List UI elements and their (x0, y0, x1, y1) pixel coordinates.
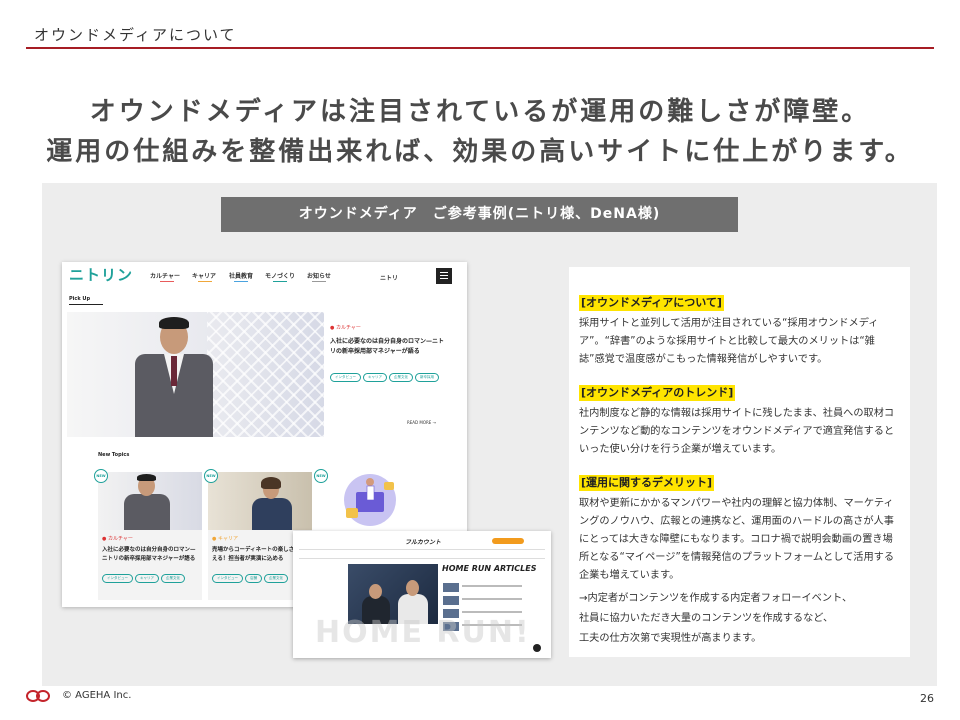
page-number: 26 (920, 692, 934, 705)
section-heading: [運用に関するデメリット] (579, 475, 715, 491)
person-body (124, 494, 170, 530)
homerun-header-button (492, 538, 524, 544)
person-head (369, 584, 382, 599)
section-body: 採用サイトと並列して活用が注目されている“採用オウンドメディア”。“辞書”のよう… (579, 318, 879, 365)
card-title: 入社に必要なのは自分自身のロマン—ニトリの新卒採用部マネジャーが語る (102, 547, 196, 562)
header-title: オウンドメディアについて (34, 26, 237, 44)
tag: インタビュー (330, 373, 361, 382)
person-tie (171, 356, 177, 386)
closing-line: 工夫の仕方次第で実現性が高まります。 (579, 633, 762, 644)
ageha-logo-icon (26, 690, 50, 702)
tag: 新卒採用 (415, 373, 439, 382)
new-badge: NEW (204, 469, 218, 483)
scroll-top-icon (533, 644, 541, 652)
nav-underline-news (312, 281, 326, 282)
person-head (406, 580, 419, 596)
closing-line: 社員に協力いただき大量のコンテンツを作成するなど、 (579, 613, 834, 624)
homerun-thumb (443, 583, 459, 592)
tag: キャリア (135, 574, 159, 583)
nav-item-monozukuri: モノづくり (265, 273, 296, 280)
section-heading: [オウンドメディアのトレンド] (579, 385, 736, 401)
person-body (252, 498, 292, 530)
homerun-site-screenshot: フルカウント HOME RUN ARTICLES HOME RUN! (293, 531, 551, 658)
homerun-articles-title: HOME RUN ARTICLES (442, 564, 537, 573)
arrow-right-icon: → (432, 420, 436, 425)
nav-underline-career (198, 281, 212, 282)
topic-card-photo (98, 472, 202, 530)
pickup-label: Pick Up (69, 296, 91, 302)
hero-category-label: カルチャー (335, 325, 361, 331)
header-rule (26, 47, 934, 49)
read-more-link: READ MORE → (407, 420, 436, 425)
card-category: ● カルチャー (102, 536, 133, 542)
nitori-corporate-link: ニトリ (380, 275, 399, 282)
topic-card: NEW ● カルチャー 入社に必要なのは自分自身のロマン—ニトリの新卒採用部マネ… (94, 469, 202, 600)
card-category-label: カルチャー (107, 536, 133, 542)
topic-card-text: ● カルチャー 入社に必要なのは自分自身のロマン—ニトリの新卒採用部マネジャーが… (102, 535, 198, 583)
hero-headline: 入社に必要なのは自分自身のロマン—ニトリの新卒採用部マネジャーが語る (330, 338, 445, 355)
tag: インタビュー (102, 574, 133, 583)
homerun-watermark: HOME RUN! (315, 615, 531, 650)
card-category-label: キャリア (217, 536, 238, 542)
tag: キャリア (363, 373, 387, 382)
topic-card-photo (208, 472, 312, 530)
tag: 店舗 (245, 574, 262, 583)
section-body: 社内制度など静的な情報は採用サイトに残したまま、社員への取材コンテンツなど動的な… (579, 408, 895, 455)
homerun-tabs (299, 549, 545, 559)
read-more-label: READ MORE (407, 420, 432, 425)
homerun-text-line (462, 585, 522, 587)
tag: 企業文化 (161, 574, 185, 583)
hero-tags: インタビュー キャリア 企業文化 新卒採用 (330, 363, 448, 382)
pickup-underline (69, 304, 103, 305)
hamburger-menu-icon (436, 268, 452, 284)
nav-item-culture: カルチャー (150, 273, 180, 280)
closing-line: →内定者がコンテンツを作成する内定者フォローイベント、 (579, 593, 853, 604)
section-body: 取材や更新にかかるマンパワーや社内の理解と協力体制、マーケティングのノウハウ、広… (579, 498, 895, 581)
nav-item-education: 社員教育 (229, 273, 254, 280)
tag: 企業文化 (389, 373, 413, 382)
section-trend: [オウンドメディアのトレンド] 社内制度など静的な情報は採用サイトに残したまま、… (579, 381, 898, 459)
new-badge: NEW (94, 469, 108, 483)
new-badge: NEW (314, 469, 328, 483)
headline-line2: 運用の仕組みを整備出来れば、効果の高いサイトに仕上がります。 (46, 137, 914, 167)
copyright: © AGEHA Inc. (62, 690, 132, 701)
person-hair (261, 477, 281, 489)
panel-title: オウンドメディア ご参考事例(ニトリ様、DeNA様) (221, 197, 738, 232)
homerun-thumb (443, 596, 459, 605)
headline: オウンドメディアは注目されているが運用の難しさが障壁。 運用の仕組みを整備出来れ… (0, 92, 960, 172)
nav-underline-culture (160, 281, 174, 282)
tag: 企業文化 (264, 574, 288, 583)
new-topics-label: New Topics (98, 452, 130, 458)
section-about: [オウンドメディアについて] 採用サイトと並列して活用が注目されている“採用オウ… (579, 291, 898, 369)
tag: インタビュー (212, 574, 243, 583)
nav-item-career: キャリア (192, 273, 217, 280)
explanation-box: [オウンドメディアについて] 採用サイトと並列して活用が注目されている“採用オウ… (569, 267, 910, 657)
homerun-text-line (462, 598, 522, 600)
illustration-icon (344, 474, 396, 526)
nitori-logo: ニトリン (69, 266, 134, 284)
person-hair (159, 317, 189, 329)
hero-article: ● カルチャー 入社に必要なのは自分自身のロマン—ニトリの新卒採用部マネジャーが… (330, 324, 448, 382)
section-heading: [オウンドメディアについて] (579, 295, 724, 311)
section-demerit: [運用に関するデメリット] 取材や更新にかかるマンパワーや社内の理解と協力体制、… (579, 471, 898, 585)
hero-background-pattern (207, 312, 324, 437)
person-hair (137, 474, 156, 481)
nav-item-news: お知らせ (307, 273, 331, 280)
card-tags: インタビュー キャリア 企業文化 (102, 564, 198, 583)
hero-category: ● カルチャー (330, 325, 361, 331)
hero-photo (67, 312, 324, 437)
nav-underline-education (234, 281, 248, 282)
nav-underline-monozukuri (273, 281, 287, 282)
homerun-text-line (462, 611, 522, 613)
homerun-logo: フルカウント (405, 539, 441, 546)
headline-line1: オウンドメディアは注目されているが運用の難しさが障壁。 (89, 97, 871, 127)
